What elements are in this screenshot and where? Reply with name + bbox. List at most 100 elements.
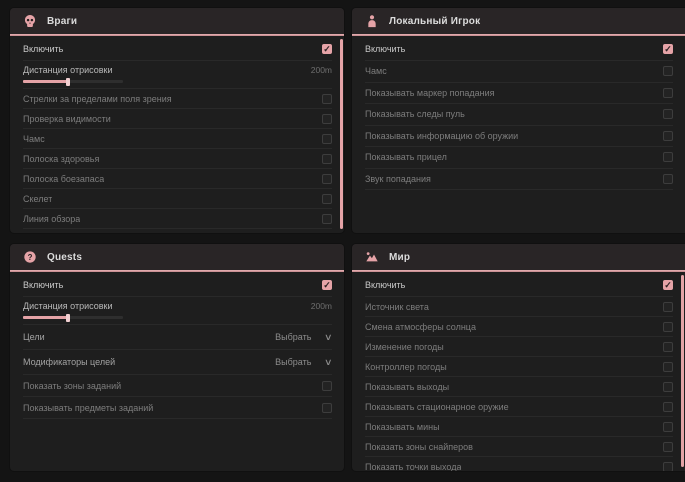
panel-title: Quests <box>47 252 82 263</box>
setting-row-checkbox: Полоска боезапаса <box>23 169 332 189</box>
person-icon <box>365 14 379 28</box>
mountain-icon <box>365 250 379 264</box>
question-circle-icon: ? <box>23 250 37 264</box>
checkbox[interactable] <box>322 194 332 204</box>
panel-world-header: Мир <box>352 244 685 270</box>
checkbox[interactable] <box>663 109 673 119</box>
setting-label: Показать зоны снайперов <box>365 442 473 452</box>
setting-label: Цели <box>23 332 45 342</box>
checkbox[interactable] <box>663 462 673 472</box>
setting-row-checkbox: Скелет <box>23 189 332 209</box>
checkbox[interactable]: ✓ <box>322 280 332 290</box>
checkbox[interactable] <box>322 174 332 184</box>
setting-row-checkbox: Показывать мины <box>365 417 673 437</box>
setting-label: Дистанция отрисовки <box>23 301 113 311</box>
setting-row-checkbox: Включить ✓ <box>365 38 673 61</box>
setting-label: Включить <box>365 280 405 290</box>
setting-label: Показывать прицел <box>365 152 447 162</box>
slider-fill <box>23 316 68 319</box>
checkbox[interactable] <box>322 154 332 164</box>
setting-label: Показывать следы пуль <box>365 109 465 119</box>
scrollbar[interactable] <box>681 275 684 467</box>
setting-label: Показать зоны заданий <box>23 381 121 391</box>
slider-fill <box>23 80 68 83</box>
setting-row-checkbox: Показывать информацию об оружии <box>365 126 673 148</box>
setting-label: Дистанция отрисовки <box>23 65 113 75</box>
setting-row-slider: Дистанция отрисовки200m <box>23 297 332 325</box>
checkbox[interactable] <box>663 382 673 392</box>
checkbox[interactable] <box>663 402 673 412</box>
dropdown-value: Выбрать <box>275 332 311 342</box>
setting-label: Источник света <box>365 302 429 312</box>
skull-icon <box>23 14 37 28</box>
setting-label: Показывать предметы заданий <box>23 403 153 413</box>
checkbox[interactable] <box>322 114 332 124</box>
svg-text:?: ? <box>28 253 33 262</box>
slider-track[interactable] <box>23 80 123 83</box>
setting-row-checkbox: Изменение погоды <box>365 337 673 357</box>
dropdown[interactable]: Выбрать∨ <box>275 332 332 342</box>
checkbox[interactable]: ✓ <box>663 44 673 54</box>
setting-row-checkbox: Смена атмосферы солнца <box>365 317 673 337</box>
setting-label: Линия обзора <box>23 214 80 224</box>
checkbox[interactable] <box>663 362 673 372</box>
slider-thumb[interactable] <box>66 314 70 322</box>
setting-label: Чамс <box>365 66 387 76</box>
panel-enemies-header: Враги <box>10 8 344 34</box>
slider-track[interactable] <box>23 316 123 319</box>
panel-quests: ? Quests Включить✓ Дистанция отрисовки200… <box>10 244 344 471</box>
setting-row-checkbox: Показывать маркер попадания <box>365 83 673 105</box>
setting-row-checkbox: Стрелки за пределами поля зрения <box>23 89 332 109</box>
checkbox[interactable] <box>663 152 673 162</box>
slider-line: Дистанция отрисовки200m <box>23 299 332 313</box>
checkbox[interactable] <box>322 381 332 391</box>
checkbox[interactable] <box>663 342 673 352</box>
setting-row-checkbox: Полоска здоровья <box>23 149 332 169</box>
checkbox[interactable] <box>663 322 673 332</box>
setting-row-checkbox: Показать зоны снайперов <box>365 437 673 457</box>
setting-row-checkbox: Показывать предметы заданий <box>23 397 332 419</box>
checkbox[interactable] <box>663 174 673 184</box>
setting-row-select: Модификаторы целейВыбрать∨ <box>23 350 332 375</box>
setting-label: Показывать выходы <box>365 382 449 392</box>
checkbox[interactable] <box>322 134 332 144</box>
setting-row-checkbox: Показывать следы пуль <box>365 104 673 126</box>
scrollbar[interactable] <box>340 39 343 229</box>
setting-row-checkbox: Включить✓ <box>23 274 332 297</box>
setting-label: Контроллер погоды <box>365 362 447 372</box>
panel-title: Мир <box>389 252 410 263</box>
setting-row-checkbox: Включить✓ <box>23 38 332 61</box>
checkbox[interactable] <box>663 66 673 76</box>
setting-label: Полоска здоровья <box>23 154 99 164</box>
panel-title: Враги <box>47 16 77 27</box>
setting-label: Показать точки выхода <box>365 462 461 472</box>
checkbox[interactable] <box>322 403 332 413</box>
setting-row-select: Цели Выбрать∨ <box>23 325 332 350</box>
setting-row-checkbox: Линия обзора <box>23 209 332 229</box>
checkbox[interactable]: ✓ <box>663 280 673 290</box>
setting-label: Показывать информацию об оружии <box>365 131 518 141</box>
setting-row-checkbox: Показать зоны заданий <box>23 375 332 397</box>
setting-row-checkbox: Источник света <box>365 297 673 317</box>
checkbox[interactable] <box>663 88 673 98</box>
checkbox[interactable] <box>322 94 332 104</box>
setting-label: Смена атмосферы солнца <box>365 322 476 332</box>
checkbox[interactable] <box>663 422 673 432</box>
setting-label: Скелет <box>23 194 52 204</box>
checkbox[interactable] <box>663 442 673 452</box>
setting-row-checkbox: Показывать прицел <box>365 147 673 169</box>
setting-label: Звук попадания <box>365 174 431 184</box>
setting-label: Показывать мины <box>365 422 440 432</box>
setting-row-checkbox: Включить ✓ <box>365 274 673 297</box>
setting-label: Включить <box>365 44 405 54</box>
checkbox[interactable]: ✓ <box>322 44 332 54</box>
panel-enemies: Враги Включить✓ Дистанция отрисовки 200m Ст… <box>10 8 344 233</box>
setting-row-checkbox: Показать точки выхода <box>365 457 673 471</box>
checkbox[interactable] <box>663 131 673 141</box>
dropdown[interactable]: Выбрать∨ <box>275 357 332 367</box>
checkbox[interactable] <box>322 214 332 224</box>
checkbox[interactable] <box>663 302 673 312</box>
slider-thumb[interactable] <box>66 78 70 86</box>
dropdown-value: Выбрать <box>275 357 311 367</box>
slider-value: 200m <box>311 65 332 75</box>
